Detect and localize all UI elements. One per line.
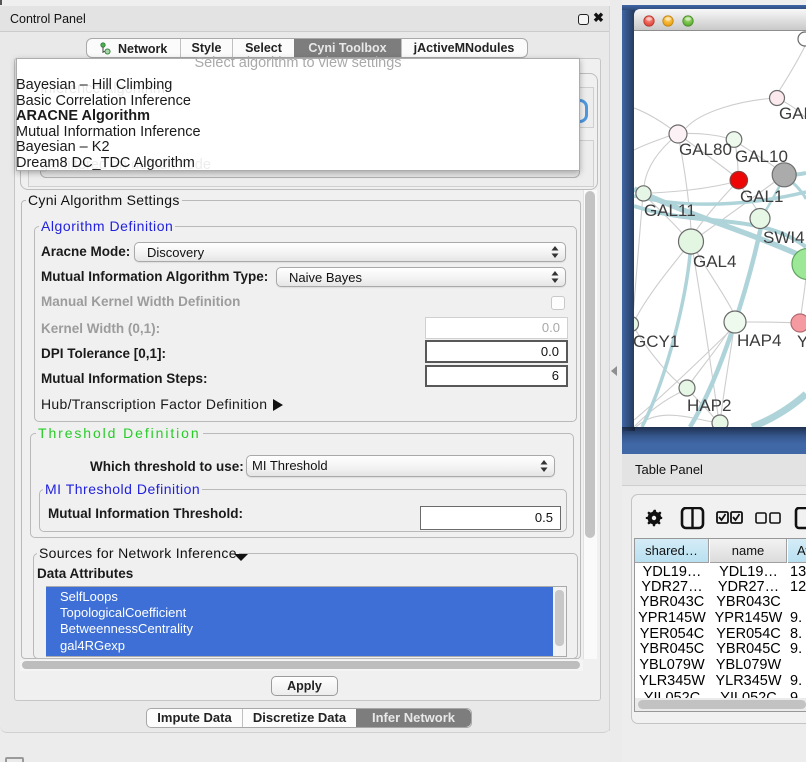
svg-text:GAL4: GAL4	[693, 252, 736, 271]
svg-text:GAL80: GAL80	[679, 140, 732, 159]
svg-text:GAL7: GAL7	[779, 104, 806, 123]
svg-text:SWI4: SWI4	[763, 228, 805, 247]
svg-text:GCY1: GCY1	[634, 332, 679, 351]
svg-text:HAP4: HAP4	[737, 331, 781, 350]
svg-text:Y: Y	[797, 332, 806, 351]
svg-text:GAL1: GAL1	[740, 187, 783, 206]
svg-text:GAL11: GAL11	[644, 201, 696, 220]
svg-text:GAL10: GAL10	[735, 147, 788, 166]
svg-text:HAP2: HAP2	[687, 396, 731, 415]
